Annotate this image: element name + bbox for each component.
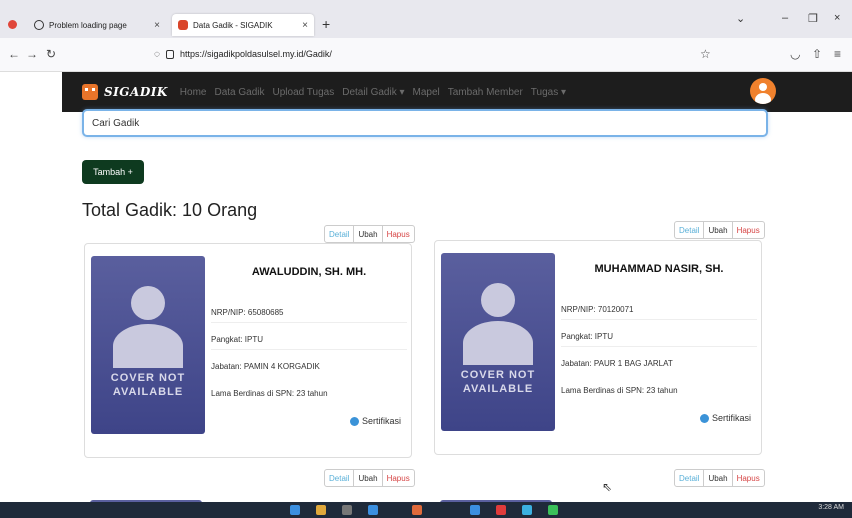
gadik-name: MUHAMMAD NASIR, SH. bbox=[594, 263, 724, 275]
card-actions: Detail Ubah Hapus bbox=[674, 221, 765, 239]
site-menu: Home Data Gadik Upload Tugas Detail Gadi… bbox=[180, 87, 566, 98]
menu-icon[interactable]: ≡ bbox=[834, 47, 841, 61]
person-silhouette-body bbox=[463, 321, 533, 365]
gadik-lama: Lama Berdinas di SPN: 23 tahun bbox=[211, 389, 328, 398]
cover-placeholder: COVER NOT AVAILABLE bbox=[441, 253, 555, 431]
detail-button[interactable]: Detail bbox=[325, 226, 355, 242]
url-bar[interactable]: ◌ https://sigadikpoldasulsel.my.id/Gadik… bbox=[154, 43, 714, 65]
menu-item-home[interactable]: Home bbox=[180, 87, 207, 98]
person-silhouette-body bbox=[113, 324, 183, 368]
minimize-icon[interactable]: – bbox=[782, 12, 788, 24]
close-icon[interactable]: × bbox=[302, 20, 308, 31]
tab-label: Problem loading page bbox=[49, 20, 127, 30]
card-actions: Detail Ubah Hapus bbox=[674, 469, 765, 487]
tab-problem-loading[interactable]: Problem loading page × bbox=[28, 14, 166, 36]
search-input[interactable] bbox=[82, 109, 768, 137]
cert-label: Sertifikasi bbox=[711, 413, 751, 423]
gadik-lama: Lama Berdinas di SPN: 23 tahun bbox=[561, 386, 678, 395]
card-actions: Detail Ubah Hapus bbox=[324, 469, 415, 487]
clock[interactable]: 3:28 AM bbox=[818, 504, 844, 511]
browser-toolbar: ← → ↻ ◌ https://sigadikpoldasulsel.my.id… bbox=[0, 38, 852, 72]
taskbar-app-icon[interactable] bbox=[412, 505, 422, 515]
lock-icon bbox=[165, 49, 174, 59]
owl-favicon-icon bbox=[178, 20, 188, 30]
browser-tab-bar: Problem loading page × Data Gadik - SIGA… bbox=[0, 0, 852, 38]
menu-item-detail-gadik[interactable]: Detail Gadik ▾ bbox=[342, 87, 404, 98]
taskbar-app-icon[interactable] bbox=[548, 505, 558, 515]
brand[interactable]: SIGADIK bbox=[82, 84, 168, 100]
gadik-card: COVER NOT AVAILABLE AWALUDDIN, SH. MH. N… bbox=[84, 243, 412, 458]
new-tab-icon[interactable]: + bbox=[322, 16, 330, 32]
certification-badge: Sertifikasi bbox=[699, 413, 751, 423]
gadik-nrp: NRP/NIP: 65080685 bbox=[211, 308, 407, 323]
person-silhouette-icon bbox=[481, 283, 515, 317]
cover-placeholder: COVER NOT AVAILABLE bbox=[91, 256, 205, 434]
tab-data-gadik[interactable]: Data Gadik - SIGADIK × bbox=[172, 14, 314, 36]
verified-check-icon bbox=[699, 413, 709, 423]
hapus-button[interactable]: Hapus bbox=[733, 470, 764, 486]
hapus-button[interactable]: Hapus bbox=[383, 470, 414, 486]
url-text: https://sigadikpoldasulsel.my.id/Gadik/ bbox=[179, 49, 332, 59]
add-gadik-button[interactable]: Tambah + bbox=[82, 160, 144, 184]
taskbar-app-icon[interactable] bbox=[522, 505, 532, 515]
hapus-button[interactable]: Hapus bbox=[383, 226, 414, 242]
restore-icon[interactable]: ❐ bbox=[808, 12, 818, 25]
card-actions: Detail Ubah Hapus bbox=[324, 225, 415, 243]
detail-button[interactable]: Detail bbox=[675, 222, 705, 238]
certification-badge: Sertifikasi bbox=[349, 416, 401, 426]
chevron-down-icon[interactable]: ⌄ bbox=[736, 12, 745, 25]
gadik-nrp: NRP/NIP: 70120071 bbox=[561, 305, 757, 320]
brand-name: SIGADIK bbox=[104, 85, 168, 99]
site-navbar: SIGADIK Home Data Gadik Upload Tugas Det… bbox=[62, 72, 852, 112]
menu-item-tugas[interactable]: Tugas ▾ bbox=[531, 87, 566, 98]
firefox-icon bbox=[8, 20, 17, 29]
owl-logo-icon bbox=[82, 84, 98, 100]
back-icon[interactable]: ← bbox=[8, 47, 20, 61]
ubah-button[interactable]: Ubah bbox=[354, 226, 383, 242]
cover-text: COVER NOT AVAILABLE bbox=[110, 372, 186, 398]
user-avatar-icon[interactable] bbox=[750, 78, 776, 104]
ubah-button[interactable]: Ubah bbox=[354, 470, 383, 486]
close-icon[interactable]: × bbox=[154, 20, 160, 31]
detail-button[interactable]: Detail bbox=[325, 470, 355, 486]
gadik-jabatan: Jabatan: PAMIN 4 KORGADIK bbox=[211, 362, 320, 371]
gadik-name: AWALUDDIN, SH. MH. bbox=[251, 266, 367, 278]
verified-check-icon bbox=[349, 416, 359, 426]
share-icon[interactable]: ⇧ bbox=[812, 47, 822, 61]
shield-icon: ◌ bbox=[154, 48, 160, 60]
menu-item-mapel[interactable]: Mapel bbox=[413, 87, 440, 98]
gadik-card: COVER NOT AVAILABLE MUHAMMAD NASIR, SH. … bbox=[434, 240, 762, 455]
bookmark-star-icon[interactable]: ☆ bbox=[700, 47, 711, 61]
menu-item-upload-tugas[interactable]: Upload Tugas bbox=[273, 87, 335, 98]
close-window-icon[interactable]: × bbox=[834, 12, 840, 24]
menu-item-data-gadik[interactable]: Data Gadik bbox=[214, 87, 264, 98]
cover-text: COVER NOT AVAILABLE bbox=[460, 369, 536, 395]
forward-icon[interactable]: → bbox=[26, 47, 38, 61]
taskbar-app-icon[interactable] bbox=[290, 505, 300, 515]
gadik-jabatan: Jabatan: PAUR 1 BAG JARLAT bbox=[561, 359, 673, 368]
person-silhouette-icon bbox=[131, 286, 165, 320]
gadik-pangkat: Pangkat: IPTU bbox=[561, 332, 757, 347]
ubah-button[interactable]: Ubah bbox=[704, 222, 733, 238]
page-content: SIGADIK Home Data Gadik Upload Tugas Det… bbox=[0, 72, 852, 506]
taskbar-app-icon[interactable] bbox=[368, 505, 378, 515]
detail-button[interactable]: Detail bbox=[675, 470, 705, 486]
taskbar-app-icon[interactable] bbox=[496, 505, 506, 515]
mouse-cursor-icon: ⇖ bbox=[602, 480, 613, 494]
reload-icon[interactable]: ↻ bbox=[46, 47, 56, 61]
taskbar-app-icon[interactable] bbox=[316, 505, 326, 515]
taskbar-app-icon[interactable] bbox=[342, 505, 352, 515]
total-count: Total Gadik: 10 Orang bbox=[82, 200, 258, 220]
cert-label: Sertifikasi bbox=[361, 416, 401, 426]
clock-icon bbox=[34, 20, 44, 30]
hapus-button[interactable]: Hapus bbox=[733, 222, 764, 238]
gadik-pangkat: Pangkat: IPTU bbox=[211, 335, 407, 350]
pocket-icon[interactable]: ◡ bbox=[790, 47, 800, 61]
menu-item-tambah-member[interactable]: Tambah Member bbox=[448, 87, 523, 98]
tab-label: Data Gadik - SIGADIK bbox=[193, 20, 273, 30]
taskbar-app-icon[interactable] bbox=[470, 505, 480, 515]
ubah-button[interactable]: Ubah bbox=[704, 470, 733, 486]
os-taskbar: 3:28 AM bbox=[0, 502, 852, 518]
